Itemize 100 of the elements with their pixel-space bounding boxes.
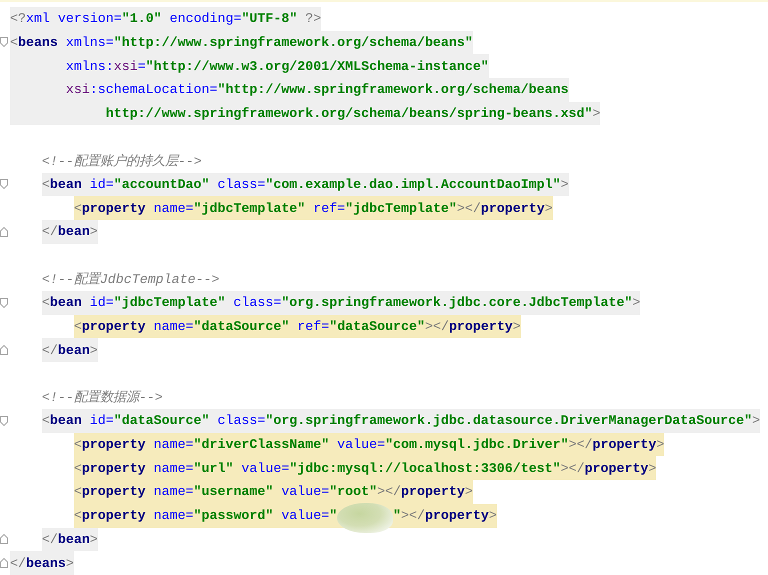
- angle-bracket: </: [42, 532, 58, 547]
- angle-bracket: >: [632, 295, 640, 310]
- angle-bracket: <: [74, 437, 82, 452]
- attribute-name: class=: [216, 176, 266, 192]
- attribute-value: "username": [194, 484, 274, 500]
- angle-bracket: <: [42, 413, 50, 428]
- angle-bracket: >: [90, 532, 98, 547]
- attribute-value: "com.mysql.jdbc.Driver": [385, 437, 569, 452]
- fold-marker-icon[interactable]: [0, 179, 8, 190]
- tag-name: property: [82, 200, 146, 216]
- attribute-value: "jdbcTemplate": [114, 295, 226, 310]
- attribute-value: "http://www.w3.org/2001/XMLSchema-instance": [146, 58, 489, 74]
- attribute-value: "com.example.dao.impl.AccountDaoImpl": [265, 176, 561, 192]
- attribute-name: class=: [232, 295, 282, 310]
- attribute-value: "1.0": [122, 11, 162, 26]
- attribute-name: name=: [152, 484, 194, 500]
- namespace-prefix: xsi: [64, 82, 90, 98]
- attribute-value: "root": [329, 484, 378, 500]
- attribute-name: name=: [152, 200, 194, 216]
- angle-bracket: <: [74, 484, 82, 500]
- attribute-value: "jdbcTemplate": [345, 200, 457, 216]
- attribute-value: "dataSource": [114, 413, 210, 428]
- attribute-value: http://www.springframework.org/schema/beans/spring-beans.xsd": [104, 106, 592, 121]
- angle-bracket: <: [42, 176, 50, 192]
- attribute-name: value=: [280, 508, 330, 524]
- attribute-name: encoding=: [168, 11, 242, 26]
- xml-declaration-name: xml: [26, 11, 50, 26]
- tag-name: beans: [18, 34, 58, 50]
- attribute-value: "password": [194, 508, 274, 524]
- angle-bracket: <: [74, 200, 82, 216]
- tag-name: bean: [58, 224, 90, 240]
- angle-bracket: <: [10, 34, 18, 50]
- angle-bracket: >: [488, 508, 497, 524]
- angle-bracket: </: [42, 224, 58, 240]
- attribute-name: xmlns=: [64, 34, 114, 50]
- namespace-prefix: xsi: [114, 58, 138, 74]
- angle-bracket: >: [544, 200, 553, 216]
- tag-name: bean: [50, 176, 82, 192]
- tag-name: bean: [50, 295, 82, 310]
- tag-name: property: [82, 318, 146, 334]
- angle-bracket: ></: [424, 318, 449, 334]
- angle-bracket: ></: [560, 460, 585, 476]
- fold-marker-icon[interactable]: [0, 345, 8, 356]
- redaction-blot: [337, 502, 394, 533]
- attribute-name: =: [138, 58, 146, 74]
- tag-name: property: [584, 460, 648, 476]
- attribute-name: name=: [152, 318, 194, 334]
- fold-marker-icon[interactable]: [0, 558, 8, 568]
- attribute-value: "jdbcTemplate": [194, 200, 306, 216]
- fold-marker-icon[interactable]: [0, 534, 8, 544]
- attribute-value: "jdbc:mysql://localhost:3306/test": [289, 460, 561, 476]
- angle-bracket: >: [90, 342, 98, 358]
- angle-bracket: <: [74, 508, 82, 524]
- angle-bracket: </: [42, 342, 58, 358]
- attribute-value: "url": [194, 460, 234, 476]
- angle-bracket: <: [42, 295, 50, 310]
- angle-bracket: >: [512, 318, 521, 334]
- xml-comment: <!--配置数据源-->: [42, 389, 163, 406]
- attribute-name: name=: [152, 460, 194, 476]
- angle-bracket: >: [560, 176, 569, 192]
- attribute-name: class=: [216, 413, 266, 428]
- fold-marker-icon[interactable]: [0, 298, 8, 308]
- angle-bracket: ></: [456, 200, 481, 216]
- attribute-value: "http://www.springframework.org/schema/beans": [114, 34, 473, 50]
- fold-marker-icon[interactable]: [0, 37, 8, 48]
- angle-bracket: ?>: [304, 11, 322, 26]
- tag-name: property: [424, 508, 489, 524]
- attribute-value: "org.springframework.jdbc.core.JdbcTemplate": [281, 295, 632, 310]
- fold-marker-icon[interactable]: [0, 416, 8, 426]
- code-editor[interactable]: [0, 0, 768, 575]
- attribute-name: :schemaLocation=: [90, 82, 218, 98]
- attribute-value: "accountDao": [114, 176, 210, 192]
- angle-bracket: >: [648, 460, 656, 476]
- tag-name: property: [82, 484, 146, 500]
- attribute-name: id=: [88, 295, 114, 310]
- angle-bracket: <?: [10, 11, 26, 26]
- angle-bracket: <: [74, 318, 82, 334]
- attribute-name: id=: [88, 176, 114, 192]
- tag-name: bean: [50, 413, 82, 428]
- attribute-name: xmlns:: [64, 58, 114, 74]
- attribute-value: "driverClassName": [194, 437, 330, 452]
- attribute-name: ref=: [312, 200, 346, 216]
- tag-name: property: [82, 460, 146, 476]
- angle-bracket: >: [752, 413, 760, 428]
- angle-bracket: <: [74, 460, 82, 476]
- xml-comment: <!--配置JdbcTemplate-->: [42, 271, 220, 288]
- angle-bracket: </: [10, 556, 26, 571]
- fold-marker-icon[interactable]: [0, 226, 8, 237]
- attribute-name: value=: [336, 437, 386, 452]
- attribute-value: "UTF-8": [241, 11, 298, 26]
- attribute-value: "org.springframework.jdbc.datasource.DriverManagerDataSource": [265, 413, 752, 428]
- attribute-name: ref=: [296, 318, 330, 334]
- angle-bracket: >: [656, 437, 664, 452]
- angle-bracket: >: [66, 556, 74, 571]
- attribute-value: "http://www.springframework.org/schema/beans: [217, 82, 569, 98]
- tag-name: property: [401, 484, 465, 500]
- angle-bracket: >: [90, 224, 98, 240]
- attribute-name: version=: [56, 11, 122, 26]
- tag-name: beans: [26, 556, 66, 571]
- angle-bracket: >: [592, 106, 600, 121]
